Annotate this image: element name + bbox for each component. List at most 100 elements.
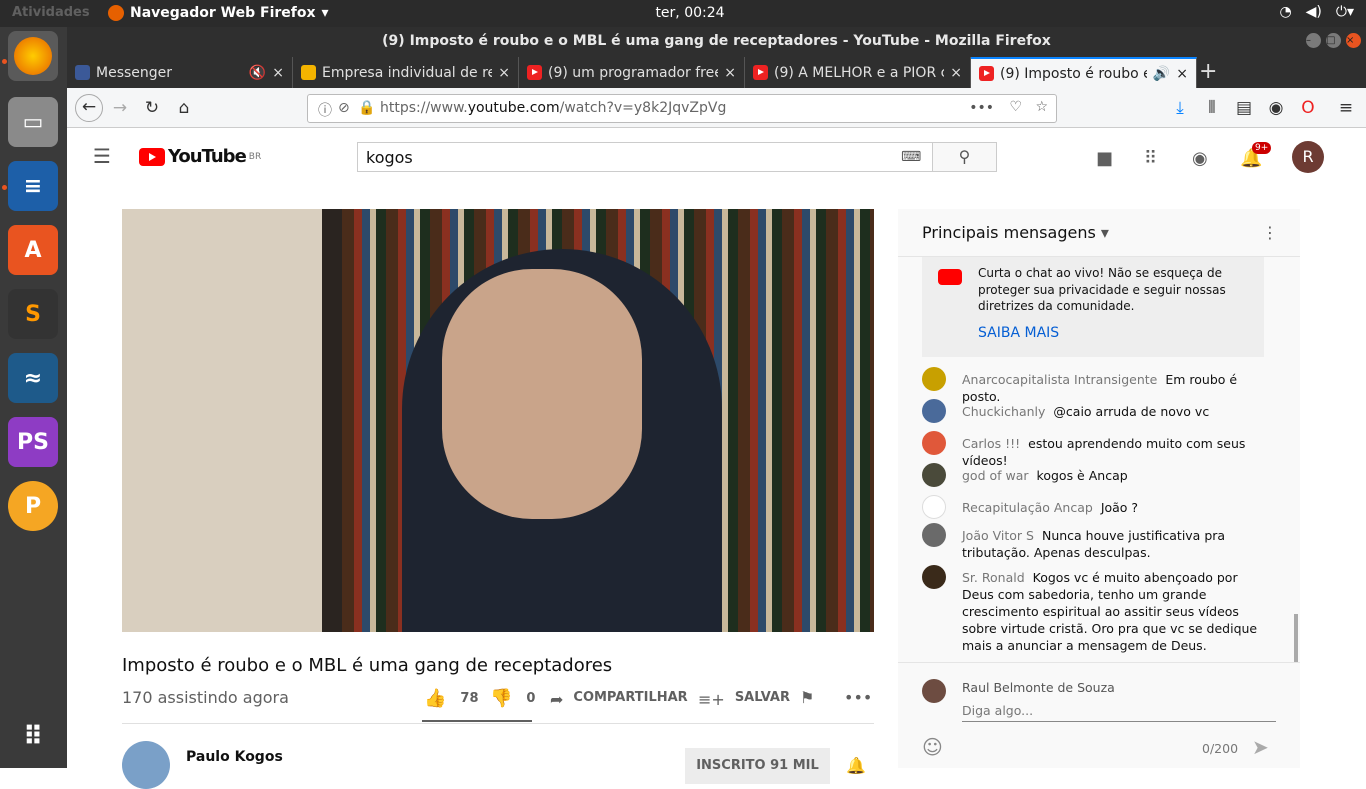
close-window-button[interactable]: ×	[1346, 33, 1361, 48]
opera-extension-icon[interactable]: O	[1295, 96, 1321, 120]
viewer-count: 170 assistindo agora	[122, 688, 289, 707]
emoji-icon[interactable]: ☺	[922, 735, 943, 759]
chat-notice-text: Curta o chat ao vivo! Não se esqueça de …	[978, 266, 1226, 313]
create-video-icon[interactable]: ■	[1096, 148, 1113, 169]
youtube-logo[interactable]: YouTube BR	[139, 146, 261, 167]
subscribed-button[interactable]: INSCRITO 91 MIL	[685, 748, 830, 784]
chat-scrollbar[interactable]	[1294, 614, 1298, 662]
postman-icon[interactable]: P	[8, 481, 58, 531]
downloads-icon[interactable]: ⤓	[1167, 96, 1193, 120]
share-button[interactable]: ➦ COMPARTILHAR	[550, 690, 688, 709]
chat-input-area: Raul Belmonte de Souza Diga algo... ☺ 0/…	[898, 662, 1300, 768]
drive-icon	[301, 65, 316, 80]
more-actions-icon[interactable]: •••	[844, 688, 872, 707]
chat-header[interactable]: Principais mensagens ▾ ⋮	[898, 209, 1300, 257]
app-grid-icon[interactable]: ⠿	[8, 712, 58, 762]
url-prefix: https://www.	[380, 100, 468, 116]
speaker-icon[interactable]: 🔊	[1153, 66, 1170, 82]
search-input[interactable]: kogos	[357, 142, 933, 172]
close-tab-icon[interactable]: ×	[272, 65, 284, 81]
chevron-down-icon: ▾	[321, 5, 329, 21]
video-title: Imposto é roubo e o MBL é uma gang de re…	[122, 655, 613, 676]
tab-programador[interactable]: (9) um programador free ×	[519, 57, 745, 88]
home-button[interactable]: ⌂	[171, 96, 197, 120]
forward-button[interactable]: →	[107, 96, 133, 120]
chat-message: god of war kogos è Ancap	[922, 463, 1272, 487]
facebook-icon	[75, 65, 90, 80]
sublime-icon[interactable]: S	[8, 289, 58, 339]
reload-button[interactable]: ↻	[139, 96, 165, 120]
messages-icon[interactable]: ◉	[1192, 148, 1208, 169]
like-bar	[422, 720, 532, 722]
autoplay-blocked-icon[interactable]: ⊘	[338, 100, 350, 116]
software-center-icon[interactable]: A	[8, 225, 58, 275]
running-indicator	[2, 185, 7, 190]
tab-messenger[interactable]: Messenger 🔇 ×	[67, 57, 293, 88]
system-tray[interactable]: ◔ ◀) ⏻▾	[1279, 4, 1354, 20]
pocket-icon[interactable]: ♡	[1009, 99, 1022, 115]
avatar	[922, 679, 946, 703]
app-menu[interactable]: Navegador Web Firefox ▾	[108, 5, 329, 21]
learn-more-link[interactable]: SAIBA MAIS	[978, 325, 1250, 342]
url-bar[interactable]: ⓘ ⊘ 🔒 https://www.youtube.com/watch?v=y8…	[307, 94, 1057, 123]
avatar	[922, 523, 946, 547]
firefox-launcher-icon[interactable]	[8, 31, 58, 81]
clock[interactable]: ter, 00:24	[650, 5, 730, 21]
channel-name[interactable]: Paulo Kogos	[186, 749, 283, 765]
writer-icon[interactable]: ≡	[8, 161, 58, 211]
notification-bell-icon[interactable]: 🔔	[846, 756, 866, 775]
url-path: /watch?v=y8k2JqvZpVg	[559, 100, 727, 116]
chat-input[interactable]: Diga algo...	[962, 703, 1276, 722]
video-player[interactable]	[122, 209, 874, 632]
back-button[interactable]: ←	[75, 94, 103, 122]
window-title: (9) Imposto é roubo e o MBL é uma gang d…	[67, 27, 1366, 55]
search-button[interactable]: ⚲	[932, 142, 997, 172]
menu-icon[interactable]: ≡	[1333, 96, 1359, 120]
playlist-add-icon: ≡+	[698, 690, 725, 709]
mute-icon[interactable]: 🔇	[249, 65, 266, 81]
new-tab-button[interactable]: +	[1199, 59, 1217, 84]
mysql-workbench-icon[interactable]: ≈	[8, 353, 58, 403]
activities-button[interactable]: Atividades	[12, 5, 90, 20]
keyboard-icon[interactable]: ⌨	[901, 149, 921, 165]
phpstorm-icon[interactable]: PS	[8, 417, 58, 467]
library-icon[interactable]: ⫴	[1199, 96, 1225, 120]
wifi-icon: ◔	[1279, 4, 1292, 20]
dislike-button[interactable]: 👎 0	[490, 688, 535, 709]
apps-icon[interactable]: ⠿	[1144, 148, 1157, 169]
chat-notice: Curta o chat ao vivo! Não se esqueça de …	[922, 257, 1264, 357]
account-icon[interactable]: ◉	[1263, 96, 1289, 120]
close-tab-icon[interactable]: ×	[1176, 66, 1188, 82]
youtube-icon	[938, 269, 962, 285]
page-actions-icon[interactable]: •••	[969, 100, 994, 116]
thumbs-up-icon: 👍	[424, 688, 447, 709]
files-icon[interactable]: ▭	[8, 97, 58, 147]
tab-imposto[interactable]: (9) Imposto é roubo e 🔊 ×	[971, 57, 1197, 88]
tab-melhor-pior[interactable]: (9) A MELHOR e a PIOR c ×	[745, 57, 971, 88]
save-button[interactable]: ≡+ SALVAR	[698, 690, 790, 709]
bookmark-star-icon[interactable]: ☆	[1035, 99, 1048, 115]
send-icon[interactable]: ➤	[1252, 735, 1269, 759]
avatar	[922, 463, 946, 487]
report-flag-icon[interactable]: ⚑	[800, 688, 814, 707]
tab-empresa[interactable]: Empresa individual de re ×	[293, 57, 519, 88]
hamburger-icon[interactable]: ☰	[93, 144, 111, 168]
tab-strip: Messenger 🔇 × Empresa individual de re × (9…	[67, 55, 1366, 88]
power-icon: ⏻▾	[1335, 4, 1354, 20]
video-face	[442, 269, 642, 519]
close-tab-icon[interactable]: ×	[498, 65, 510, 81]
youtube-header: ☰ YouTube BR kogos ⌨ ⚲ ■ ⠿ ◉ 🔔 9+ R	[67, 128, 1366, 185]
like-button[interactable]: 👍 78	[424, 688, 479, 709]
minimize-button[interactable]: –	[1306, 33, 1321, 48]
url-domain: youtube.com	[467, 100, 560, 116]
avatar[interactable]: R	[1292, 141, 1324, 173]
sidebar-icon[interactable]: ▤	[1231, 96, 1257, 120]
info-icon[interactable]: ⓘ	[318, 100, 332, 120]
close-tab-icon[interactable]: ×	[950, 65, 962, 81]
notification-badge: 9+	[1252, 142, 1272, 154]
channel-avatar[interactable]	[122, 741, 170, 789]
chat-menu-icon[interactable]: ⋮	[1262, 223, 1278, 242]
divider	[122, 723, 874, 724]
maximize-button[interactable]: □	[1326, 33, 1341, 48]
close-tab-icon[interactable]: ×	[724, 65, 736, 81]
